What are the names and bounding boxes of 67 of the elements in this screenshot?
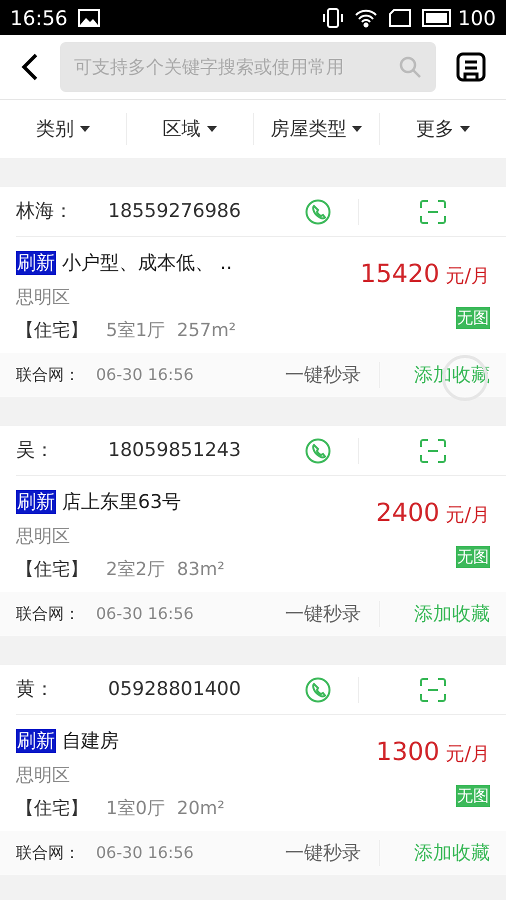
price-unit: 元/月 [446,503,490,528]
search-field[interactable]: 可支持多个关键字搜索或使用常用 [60,42,436,92]
listing-title[interactable]: 自建房 [62,727,119,756]
phone-number: 18559276986 [108,199,242,224]
price-unit: 元/月 [446,742,490,767]
back-icon[interactable] [20,52,40,82]
image-icon [78,8,100,26]
battery-level: 100 [458,4,496,32]
property-type: 【住宅】 [16,558,88,582]
scan-icon[interactable] [420,438,446,462]
save-icon[interactable] [456,52,486,82]
caret-icon [80,126,90,132]
room-layout: 5室1厅 [106,318,165,342]
search-icon[interactable] [398,55,422,79]
post-time: 06-30 16:56 [96,842,195,864]
wifi-icon [354,8,378,28]
filter-dropdown[interactable]: 更多 [380,114,506,144]
price: 2400 [376,497,440,529]
price-unit: 元/月 [446,264,490,289]
source-label: 联合网： [16,842,81,864]
caret-icon [206,126,217,132]
floor-area: 83m² [176,556,225,582]
district: 思明区 [16,764,71,788]
phone-number: 18059851243 [108,438,242,464]
vibrate-icon [322,8,344,28]
district: 思明区 [16,524,71,548]
contact-name: 黄： [16,677,55,702]
phone-number: 05928801400 [108,677,242,702]
quick-record-button[interactable]: 一键秒录 [285,360,379,390]
caret-icon [352,126,362,132]
no-image-tag: 无图 [456,306,490,328]
sim-icon [388,8,412,28]
filter-dropdown[interactable]: 区域 [126,114,252,144]
battery-icon [422,8,452,26]
contact-name: 林海： [16,199,74,224]
refresh-tag: 刷新 [16,490,56,514]
property-type: 【住宅】 [16,796,88,820]
listing-title[interactable]: 小户型、成本低、 .. [62,249,232,278]
phone-icon[interactable] [305,438,331,464]
scan-icon[interactable] [420,678,446,702]
post-time: 06-30 16:56 [96,364,195,386]
filter-dropdown[interactable]: 房屋类型 [254,114,380,144]
phone-icon[interactable] [305,198,331,224]
listing-title[interactable]: 店上东里63号 [62,488,182,516]
phone-icon[interactable] [305,676,331,702]
refresh-tag: 刷新 [16,251,56,276]
contact-name: 吴： [16,438,55,464]
floor-area: 20m² [176,794,225,822]
source-label: 联合网： [16,603,81,625]
property-type: 【住宅】 [16,318,88,342]
post-time: 06-30 16:56 [96,603,195,625]
floor-area: 257m² [176,316,236,344]
room-layout: 2室2厅 [106,558,165,582]
no-image-tag: 无图 [456,784,490,806]
price: 1300 [376,736,440,768]
status-time: 16:56 [10,4,68,32]
refresh-tag: 刷新 [16,729,56,754]
filter-dropdown[interactable]: 类别 [0,114,126,144]
room-layout: 1室0厅 [106,796,165,820]
price: 15420 [360,258,440,290]
quick-record-button[interactable]: 一键秒录 [285,600,379,628]
district: 思明区 [16,286,71,310]
scan-icon[interactable] [420,200,446,224]
source-label: 联合网： [16,364,81,386]
no-image-tag: 无图 [456,546,490,568]
quick-record-button[interactable]: 一键秒录 [285,838,379,868]
caret-icon [460,126,470,132]
